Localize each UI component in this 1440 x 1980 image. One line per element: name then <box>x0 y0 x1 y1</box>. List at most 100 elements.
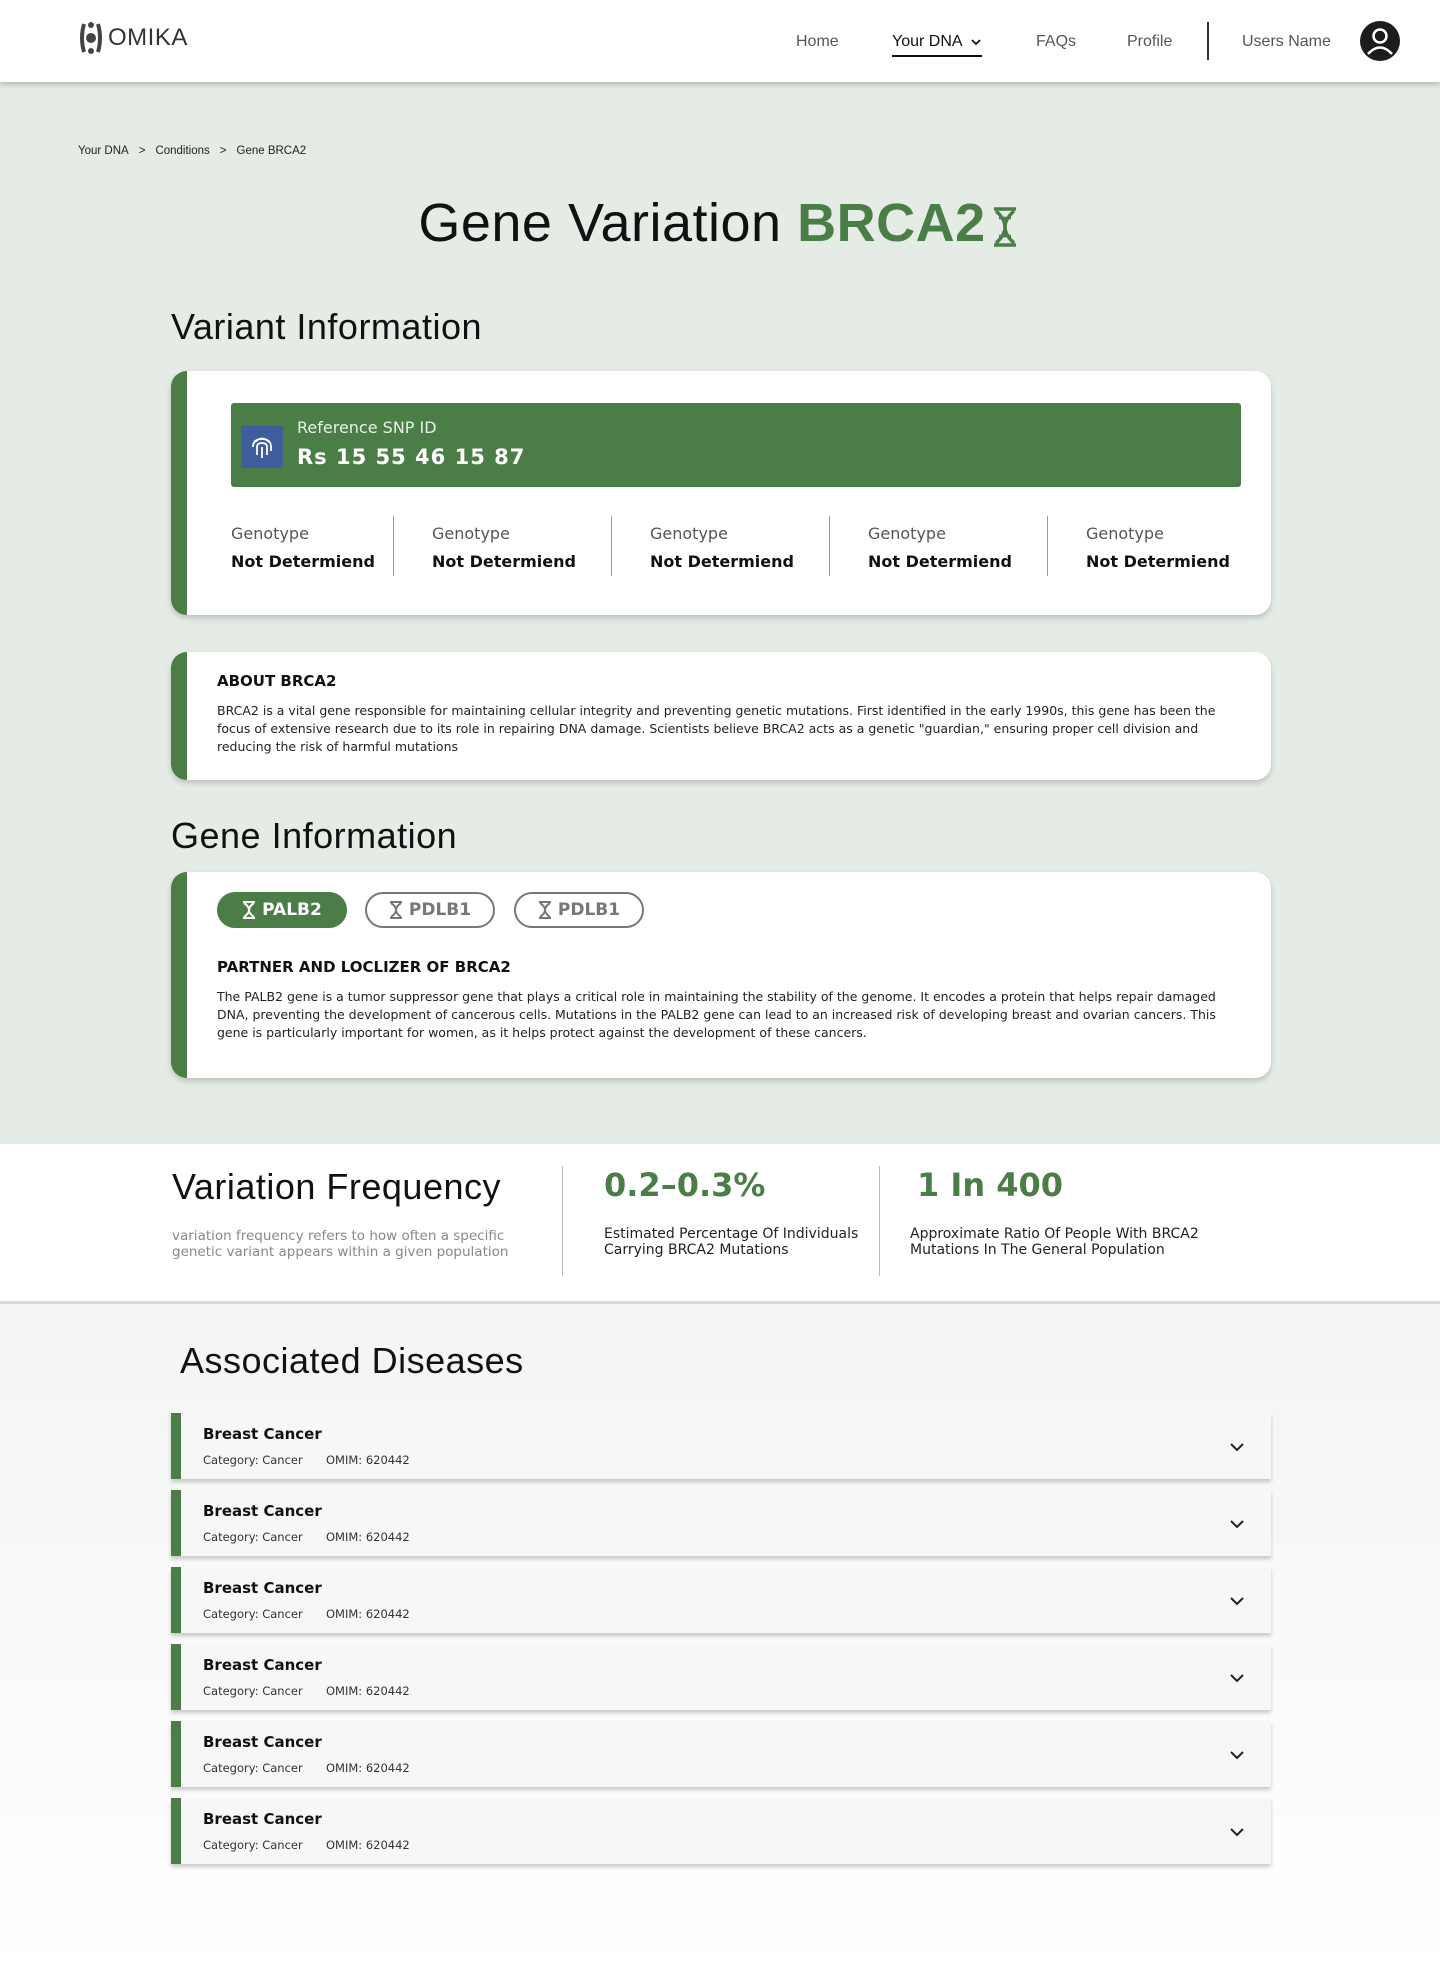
top-navigation-bar: OMIKA Home Your DNA FAQs Profile Users N… <box>0 0 1440 82</box>
nav-your-dna-label: Your DNA <box>892 33 962 50</box>
nav-faqs[interactable]: FAQs <box>1036 33 1076 51</box>
disease-row[interactable]: Breast Cancer Category: Cancer OMIM: 620… <box>171 1413 1271 1479</box>
disease-row[interactable]: Breast Cancer Category: Cancer OMIM: 620… <box>171 1644 1271 1710</box>
breadcrumb-your-dna[interactable]: Your DNA <box>78 145 129 157</box>
disease-row[interactable]: Breast Cancer Category: Cancer OMIM: 620… <box>171 1798 1271 1864</box>
logo-text: OMIKA <box>108 24 188 51</box>
page-title: Gene Variation BRCA2 <box>0 192 1440 254</box>
genotype-label: Genotype <box>231 524 309 543</box>
stat-percentage-value: 0.2–0.3% <box>604 1166 766 1204</box>
dna-icon <box>243 901 256 919</box>
chevron-down-icon[interactable] <box>1227 1822 1247 1842</box>
disease-omim: OMIM: 620442 <box>326 1607 410 1621</box>
disease-row[interactable]: Breast Cancer Category: Cancer OMIM: 620… <box>171 1490 1271 1556</box>
genotype-cell: Genotype Not Determiend <box>611 516 829 576</box>
variation-frequency-section: Variation Frequency variation frequency … <box>0 1144 1440 1304</box>
breadcrumb: Your DNA > Conditions > Gene BRCA2 <box>78 145 306 157</box>
dna-icon <box>389 901 402 919</box>
snp-value: Rs 15 55 46 15 87 <box>297 445 526 469</box>
chevron-down-icon[interactable] <box>1227 1745 1247 1765</box>
associated-diseases-heading: Associated Diseases <box>180 1340 524 1381</box>
dna-icon <box>993 206 1016 247</box>
tab-palb2[interactable]: PALB2 <box>217 892 347 928</box>
omika-logo-icon <box>80 22 102 54</box>
gene-info-heading: Gene Information <box>171 815 458 856</box>
frequency-heading: Variation Frequency <box>172 1166 501 1207</box>
stat-ratio-label: Approximate Ratio Of People With BRCA2 M… <box>910 1226 1199 1258</box>
disease-omim: OMIM: 620442 <box>326 1530 410 1544</box>
genotype-label: Genotype <box>432 524 510 543</box>
genotype-value: Not Determiend <box>1086 552 1230 571</box>
variant-info-heading: Variant Information <box>171 306 482 347</box>
about-gene-card: ABOUT BRCA2 BRCA2 is a vital gene respon… <box>171 652 1271 780</box>
disease-omim: OMIM: 620442 <box>326 1838 410 1852</box>
dna-icon <box>538 901 551 919</box>
disease-name: Breast Cancer <box>203 1733 322 1751</box>
chevron-down-icon[interactable] <box>1227 1591 1247 1611</box>
nav-divider <box>1207 22 1209 60</box>
nav-user-name[interactable]: Users Name <box>1242 33 1331 51</box>
snp-label: Reference SNP ID <box>297 418 437 437</box>
tab-label: PALB2 <box>262 900 322 920</box>
disease-name: Breast Cancer <box>203 1425 322 1443</box>
snp-banner: Reference SNP ID Rs 15 55 46 15 87 <box>231 403 1241 487</box>
frequency-divider <box>879 1166 880 1276</box>
genotype-label: Genotype <box>1086 524 1164 543</box>
genotype-label: Genotype <box>868 524 946 543</box>
disease-category: Category: Cancer <box>203 1684 303 1698</box>
disease-category: Category: Cancer <box>203 1453 303 1467</box>
omika-logo[interactable]: OMIKA <box>78 20 188 56</box>
disease-name: Breast Cancer <box>203 1656 322 1674</box>
nav-your-dna[interactable]: Your DNA <box>892 33 983 57</box>
nav-profile[interactable]: Profile <box>1127 33 1172 51</box>
tab-pdlb1[interactable]: PDLB1 <box>365 892 495 928</box>
frequency-description: variation frequency refers to how often … <box>172 1228 509 1260</box>
genotype-cell: Genotype Not Determiend <box>1047 516 1265 576</box>
disease-row[interactable]: Breast Cancer Category: Cancer OMIM: 620… <box>171 1721 1271 1787</box>
breadcrumb-separator: > <box>138 145 146 157</box>
disease-name: Breast Cancer <box>203 1579 322 1597</box>
fingerprint-icon <box>241 426 283 468</box>
disease-category: Category: Cancer <box>203 1530 303 1544</box>
disease-row[interactable]: Breast Cancer Category: Cancer OMIM: 620… <box>171 1567 1271 1633</box>
disease-omim: OMIM: 620442 <box>326 1684 410 1698</box>
page-title-prefix: Gene Variation <box>418 193 782 253</box>
about-text: BRCA2 is a vital gene responsible for ma… <box>217 703 1216 754</box>
breadcrumb-conditions[interactable]: Conditions <box>155 145 209 157</box>
chevron-down-icon[interactable] <box>1227 1668 1247 1688</box>
breadcrumb-separator: > <box>219 145 227 157</box>
gene-info-card: PALB2 PDLB1 PDLB1 PARTNER AND LOCLIZER O… <box>171 872 1271 1078</box>
genotype-value: Not Determiend <box>432 552 576 571</box>
gene-info-text: The PALB2 gene is a tumor suppressor gen… <box>217 989 1216 1040</box>
stat-ratio-value: 1 In 400 <box>917 1166 1064 1204</box>
tab-pdlb1-second[interactable]: PDLB1 <box>514 892 644 928</box>
genotype-value: Not Determiend <box>231 552 375 571</box>
genotype-cell: Genotype Not Determiend <box>829 516 1047 576</box>
nav-home[interactable]: Home <box>796 33 839 51</box>
gene-info-title: PARTNER AND LOCLIZER OF BRCA2 <box>217 958 511 976</box>
stat-percentage-label: Estimated Percentage Of Individuals Carr… <box>604 1226 859 1258</box>
genotype-value: Not Determiend <box>868 552 1012 571</box>
disease-omim: OMIM: 620442 <box>326 1453 410 1467</box>
chevron-down-icon[interactable] <box>1227 1514 1247 1534</box>
chevron-down-icon <box>971 39 981 46</box>
genotype-cell: Genotype Not Determiend <box>393 516 611 576</box>
page-title-gene: BRCA2 <box>797 193 986 253</box>
breadcrumb-gene-brca2: Gene BRCA2 <box>236 145 307 157</box>
disease-category: Category: Cancer <box>203 1607 303 1621</box>
lower-section-bg <box>0 1304 1440 1980</box>
chevron-down-icon[interactable] <box>1227 1437 1247 1457</box>
variant-info-card: Reference SNP ID Rs 15 55 46 15 87 Genot… <box>171 371 1271 615</box>
genotype-label: Genotype <box>650 524 728 543</box>
disease-name: Breast Cancer <box>203 1810 322 1828</box>
about-title: ABOUT BRCA2 <box>217 672 337 690</box>
frequency-divider <box>562 1166 563 1276</box>
disease-category: Category: Cancer <box>203 1838 303 1852</box>
user-avatar-icon[interactable] <box>1360 21 1400 61</box>
tab-label: PDLB1 <box>408 900 472 920</box>
genotype-value: Not Determiend <box>650 552 794 571</box>
disease-omim: OMIM: 620442 <box>326 1761 410 1775</box>
disease-category: Category: Cancer <box>203 1761 303 1775</box>
tab-label: PDLB1 <box>557 900 621 920</box>
disease-name: Breast Cancer <box>203 1502 322 1520</box>
